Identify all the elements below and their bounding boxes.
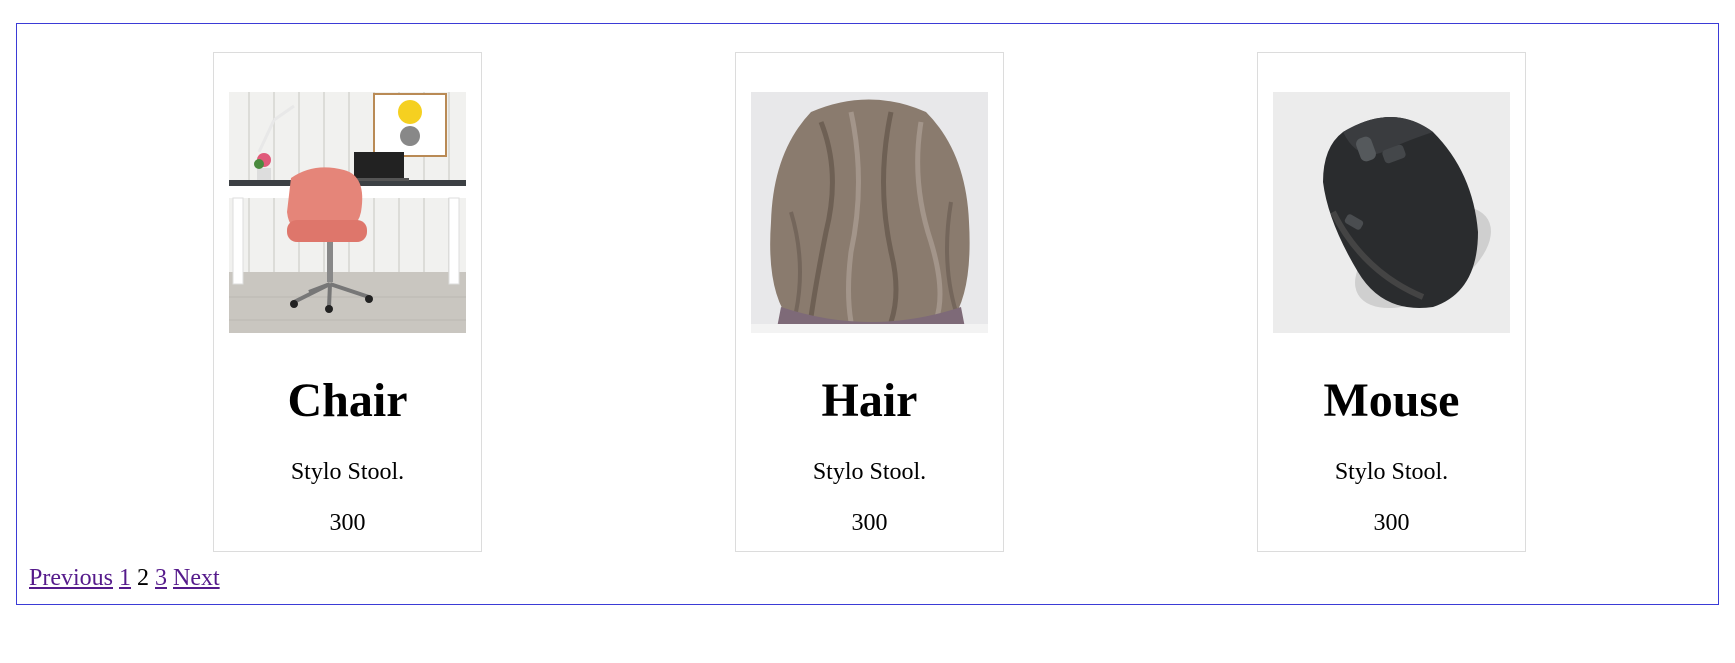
chair-photo [229, 92, 466, 333]
product-description: Stylo Stool. [812, 459, 927, 485]
next-page-link[interactable]: Next [173, 565, 220, 591]
product-card-hair: Hair Stylo Stool. 300 [735, 52, 1004, 552]
current-page-number: 2 [137, 565, 149, 591]
product-card-chair: Chair Stylo Stool. 300 [213, 52, 482, 552]
previous-page-link[interactable]: Previous [29, 565, 113, 591]
product-title: Hair [821, 374, 918, 427]
product-list-container: Chair Stylo Stool. 300 Hair Stylo Stool.… [16, 23, 1719, 605]
page-3-link[interactable]: 3 [155, 565, 167, 591]
product-card-mouse: Mouse Stylo Stool. 300 [1257, 52, 1526, 552]
page-1-link[interactable]: 1 [119, 565, 131, 591]
product-price: 300 [329, 510, 366, 536]
product-description: Stylo Stool. [290, 459, 405, 485]
product-title: Mouse [1323, 374, 1460, 427]
product-price: 300 [851, 510, 888, 536]
product-price: 300 [1373, 510, 1410, 536]
product-description: Stylo Stool. [1334, 459, 1449, 485]
mouse-photo [1273, 92, 1510, 333]
product-title: Chair [287, 374, 408, 427]
pagination: Previous 1 2 3 Next [29, 563, 220, 593]
product-grid: Chair Stylo Stool. 300 Hair Stylo Stool.… [17, 52, 1718, 552]
hair-photo [751, 92, 988, 333]
